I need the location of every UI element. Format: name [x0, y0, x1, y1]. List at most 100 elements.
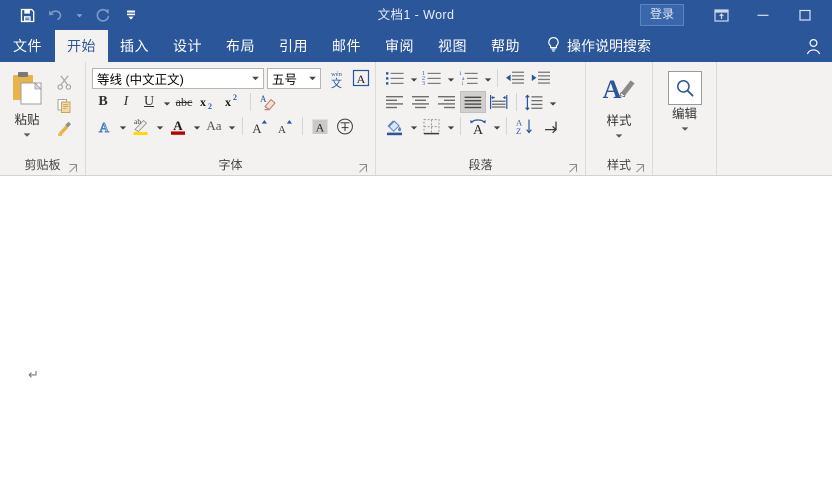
font-separator-2 — [242, 117, 243, 135]
tab-insert[interactable]: 插入 — [108, 30, 161, 62]
underline-button[interactable]: U — [138, 91, 160, 113]
account-person-icon[interactable] — [794, 30, 832, 62]
tab-review[interactable]: 审阅 — [373, 30, 426, 62]
subscript-button[interactable]: x 2 — [196, 91, 220, 113]
character-border-button[interactable]: A — [349, 67, 373, 89]
grow-font-button[interactable]: A — [248, 115, 272, 137]
maximize-icon[interactable] — [784, 0, 826, 30]
paragraph-mark: ↵ — [28, 368, 39, 383]
svg-text:A: A — [252, 121, 262, 136]
paragraph-dialog-launcher[interactable] — [568, 163, 579, 174]
tell-me-search[interactable]: 操作说明搜索 — [532, 30, 661, 62]
tab-references[interactable]: 引用 — [267, 30, 320, 62]
font-name-combo[interactable]: 等线 (中文正文) — [92, 67, 264, 89]
phonetic-guide-button[interactable]: wén 文 — [325, 67, 348, 89]
format-painter-button[interactable] — [52, 117, 76, 139]
decrease-indent-button[interactable] — [502, 67, 528, 89]
undo-icon[interactable] — [42, 3, 68, 27]
tab-layout[interactable]: 布局 — [214, 30, 267, 62]
font-separator-3 — [302, 117, 303, 135]
font-name-chevron-down-icon[interactable] — [248, 75, 263, 82]
multilevel-list-dropdown-icon[interactable] — [482, 67, 493, 89]
group-styles: A 样式 样式 — [586, 62, 653, 175]
align-left-button[interactable] — [382, 91, 408, 113]
shading-button[interactable] — [382, 115, 408, 137]
borders-button[interactable] — [419, 115, 445, 137]
shrink-font-button[interactable]: A — [273, 115, 297, 137]
change-case-button[interactable]: Aa — [203, 115, 225, 137]
svg-text:A: A — [603, 75, 622, 104]
tab-view[interactable]: 视图 — [426, 30, 479, 62]
bold-button[interactable]: B — [92, 91, 114, 113]
show-marks-button[interactable] — [537, 115, 563, 137]
document-canvas[interactable]: ↵ — [0, 176, 832, 500]
ribbon-empty-space — [717, 62, 832, 175]
paragraph-row-2 — [382, 91, 581, 113]
asian-layout-button[interactable]: A — [465, 115, 491, 137]
bullets-dropdown-icon[interactable] — [408, 67, 419, 89]
minimize-icon[interactable] — [742, 0, 784, 30]
line-spacing-button[interactable] — [521, 91, 547, 113]
clipboard-dialog-launcher[interactable] — [68, 163, 79, 174]
tab-home[interactable]: 开始 — [55, 30, 108, 62]
undo-dropdown-icon[interactable] — [70, 3, 88, 27]
clear-formatting-button[interactable]: A — [256, 91, 280, 113]
tab-file[interactable]: 文件 — [0, 30, 55, 62]
font-size-combo[interactable]: 五号 — [267, 67, 321, 89]
tab-mailings[interactable]: 邮件 — [320, 30, 373, 62]
styles-dialog-launcher[interactable] — [635, 163, 646, 174]
paste-button[interactable]: 粘贴 — [4, 67, 50, 144]
cut-button[interactable] — [52, 71, 76, 93]
align-right-button[interactable] — [434, 91, 460, 113]
font-row-2: B I U abc x 2 x 2 A — [92, 91, 373, 113]
tab-help[interactable]: 帮助 — [479, 30, 532, 62]
window-controls: 登录 — [639, 0, 832, 30]
text-effects-button[interactable]: A — [92, 115, 116, 137]
text-highlight-dropdown-icon[interactable] — [154, 115, 165, 137]
editing-dropdown-icon[interactable] — [680, 120, 690, 138]
underline-dropdown-icon[interactable] — [161, 91, 172, 113]
shading-dropdown-icon[interactable] — [408, 115, 419, 137]
font-color-button[interactable]: A — [166, 115, 190, 137]
ribbon-display-options-icon[interactable] — [700, 0, 742, 30]
svg-text:x: x — [200, 95, 206, 109]
character-shading-button[interactable]: A — [308, 115, 332, 137]
superscript-button[interactable]: x 2 — [221, 91, 245, 113]
font-color-dropdown-icon[interactable] — [191, 115, 202, 137]
copy-button[interactable] — [52, 94, 76, 116]
numbering-button[interactable]: 1 2 3 — [419, 67, 445, 89]
italic-button[interactable]: I — [115, 91, 137, 113]
sign-in-button[interactable]: 登录 — [639, 4, 684, 26]
svg-text:x: x — [225, 95, 231, 109]
styles-button-label: 样式 — [606, 114, 632, 128]
svg-text:A: A — [473, 123, 484, 136]
editing-button[interactable]: 编辑 — [657, 67, 712, 138]
customize-qat-icon[interactable] — [118, 3, 144, 27]
paste-dropdown-icon[interactable] — [22, 126, 32, 144]
align-center-button[interactable] — [408, 91, 434, 113]
font-dialog-launcher[interactable] — [358, 163, 369, 174]
redo-icon[interactable] — [90, 3, 116, 27]
text-highlight-button[interactable]: ab — [129, 115, 153, 137]
multilevel-list-button[interactable]: 1 a i — [456, 67, 482, 89]
enclose-character-button[interactable] — [333, 115, 357, 137]
increase-indent-button[interactable] — [528, 67, 554, 89]
line-spacing-dropdown-icon[interactable] — [547, 91, 558, 113]
strikethrough-button[interactable]: abc — [173, 91, 195, 113]
paste-icon — [8, 69, 46, 112]
sort-button[interactable]: A Z — [511, 115, 537, 137]
save-icon[interactable] — [14, 3, 40, 27]
borders-dropdown-icon[interactable] — [445, 115, 456, 137]
styles-button[interactable]: A 样式 — [590, 67, 648, 145]
tab-design[interactable]: 设计 — [161, 30, 214, 62]
text-effects-dropdown-icon[interactable] — [117, 115, 128, 137]
numbering-dropdown-icon[interactable] — [445, 67, 456, 89]
justify-button[interactable] — [460, 91, 486, 113]
asian-layout-dropdown-icon[interactable] — [491, 115, 502, 137]
styles-dropdown-icon[interactable] — [614, 127, 624, 145]
change-case-dropdown-icon[interactable] — [226, 115, 237, 137]
distribute-button[interactable] — [486, 91, 512, 113]
bullets-button[interactable] — [382, 67, 408, 89]
font-size-chevron-down-icon[interactable] — [305, 75, 320, 82]
ribbon: 粘贴 剪贴板 等线 (中文正文) 五号 wén 文 A B I U abc x … — [0, 62, 832, 176]
